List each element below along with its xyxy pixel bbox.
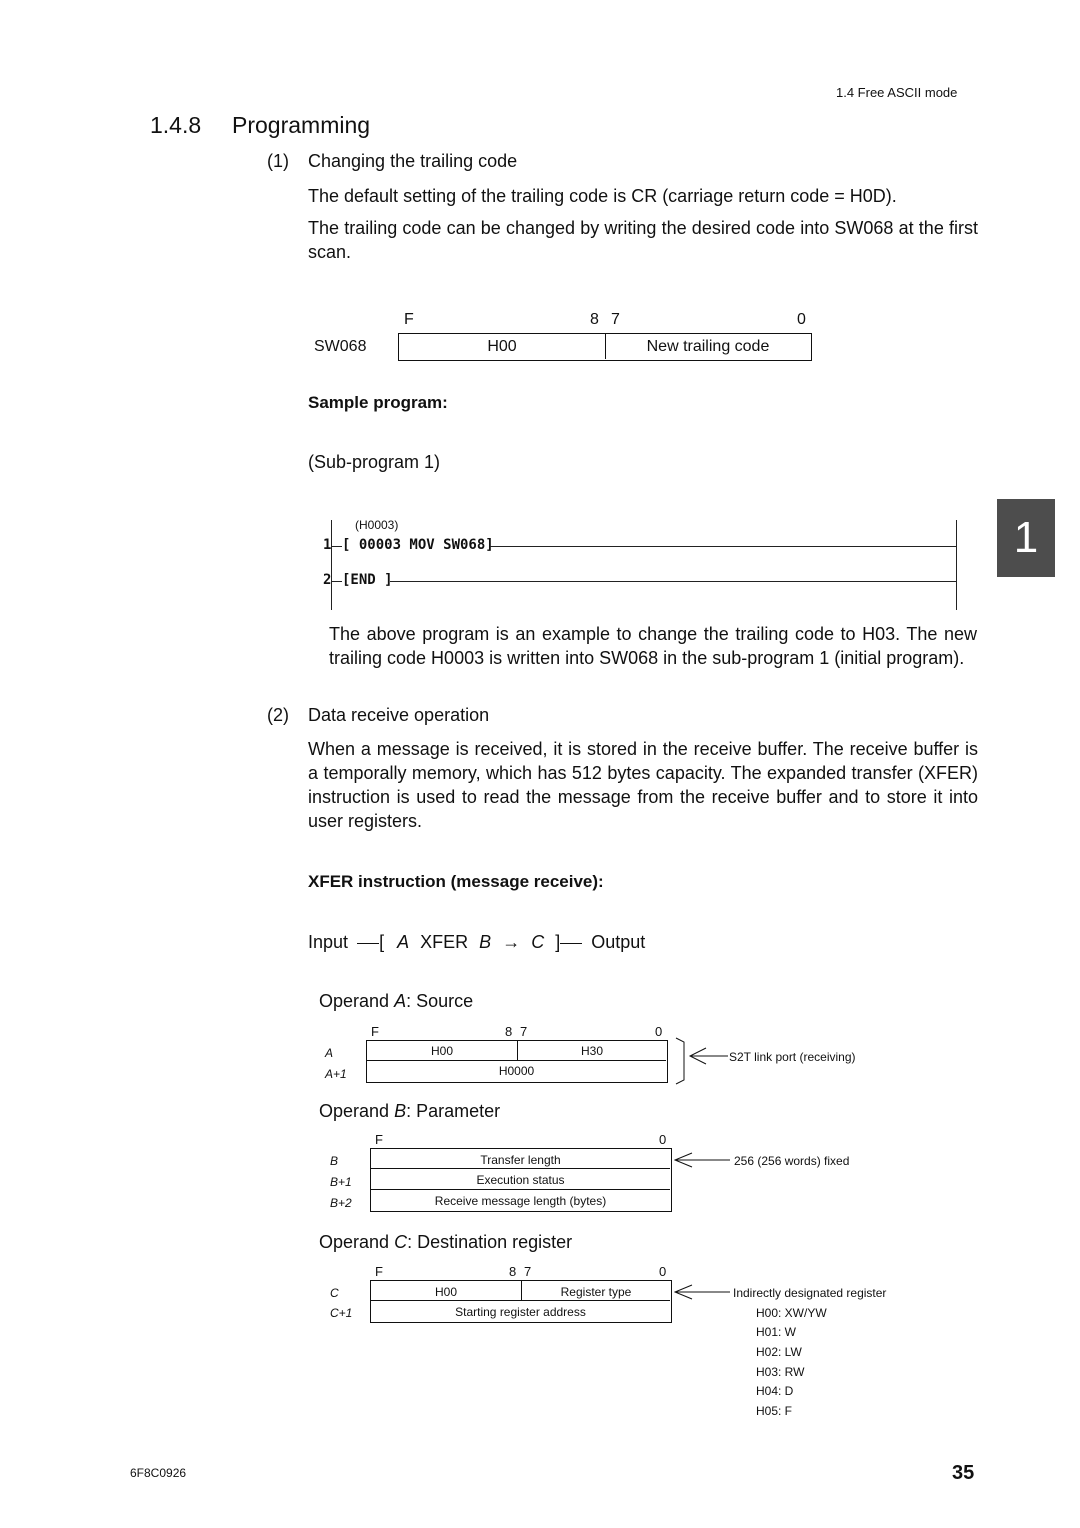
bit-label-7: 7 (524, 1264, 532, 1279)
brace-arrow-icon (675, 1037, 728, 1085)
bit-label-7: 7 (611, 311, 620, 328)
rung-2-wire-left (332, 581, 342, 582)
b2-cell: Receive message length (bytes) (434, 1194, 607, 1208)
row-label-b2: B+2 (330, 1196, 352, 1210)
item-2-title: Data receive operation (308, 705, 490, 725)
register-code: H03: RW (756, 1365, 805, 1379)
a-upper-cell: H00 (367, 1041, 518, 1061)
register-code: H04: D (756, 1384, 794, 1398)
rung-1-wire-left (332, 546, 342, 547)
rung-2-wire-right (390, 581, 956, 582)
rung-1-instruction[interactable]: [ 00003 MOV SW068] (342, 537, 494, 553)
rung-2-number: 2 (323, 572, 332, 588)
program-explanation: The above program is an example to chang… (329, 624, 977, 668)
bit-label-0: 0 (659, 1132, 667, 1147)
bit-label-7: 7 (520, 1024, 528, 1039)
bit-label-f: F (375, 1264, 383, 1279)
bit-label-f: F (371, 1024, 379, 1039)
c-lower-cell: Register type (522, 1281, 670, 1301)
chapter-tab: 1 (997, 499, 1055, 577)
xfer-operand-b: B (479, 932, 492, 952)
row-label-c1: C+1 (330, 1306, 353, 1320)
left-power-rail (331, 520, 332, 610)
operand-a-title: Operand A: Source (319, 991, 474, 1011)
register-label: SW068 (314, 338, 367, 355)
register-code: H00: XW/YW (756, 1306, 827, 1320)
c-upper-cell: H00 (371, 1281, 522, 1301)
xfer-input-label: Input (308, 932, 349, 952)
page-number: 35 (952, 1462, 975, 1484)
xfer-heading: XFER instruction (message receive): (308, 872, 604, 891)
sample-program-heading: Sample program: (308, 393, 448, 412)
item-2-number: (2) (267, 705, 289, 725)
c1-cell: Starting register address (455, 1305, 586, 1319)
xfer-syntax: Input [ A XFER B → C ] Output (308, 932, 646, 952)
operand-b-title: Operand B: Parameter (319, 1101, 501, 1121)
item-1-para-1: The default setting of the trailing code… (308, 186, 897, 206)
row-label-b1: B+1 (330, 1175, 352, 1189)
bit-label-f: F (404, 311, 414, 328)
bit-label-0: 0 (659, 1264, 667, 1279)
item-2-para: When a message is received, it is stored… (308, 739, 978, 831)
section-title: 1.4.8 Programming (150, 112, 370, 139)
b-cell: Transfer length (371, 1149, 670, 1169)
upper-byte-cell: H00 (399, 334, 606, 359)
register-code: H01: W (756, 1325, 797, 1339)
section-name: Programming (232, 112, 371, 138)
bit-label-f: F (375, 1132, 383, 1147)
bit-label-0: 0 (655, 1024, 663, 1039)
xfer-op: XFER (420, 932, 469, 952)
item-1-title: Changing the trailing code (308, 151, 518, 171)
row-label-a1: A+1 (325, 1067, 347, 1081)
arrow-left-icon (674, 1284, 730, 1300)
row-label-c: C (330, 1286, 339, 1300)
xfer-output-label: Output (591, 932, 646, 952)
xfer-operand-a: A (397, 932, 410, 952)
bit-label-8: 8 (509, 1264, 517, 1279)
register-box: H00 New trailing code (398, 333, 812, 361)
bit-label-8: 8 (505, 1024, 513, 1039)
rung-1-comment: (H0003) (355, 518, 399, 532)
a1-cell: H0000 (498, 1064, 535, 1078)
lower-byte-cell: New trailing code (646, 338, 770, 355)
register-code: H05: F (756, 1404, 793, 1418)
section-number: 1.4.8 (150, 112, 202, 138)
operand-b-note: 256 (256 words) fixed (734, 1154, 850, 1168)
xfer-arrow: → (502, 932, 521, 952)
rung-1-wire-right (490, 546, 956, 547)
operand-a-box: H00 H30 H0000 (366, 1040, 668, 1083)
rung-1-number: 1 (323, 537, 332, 553)
item-1-para-2: The trailing code can be changed by writ… (308, 218, 978, 262)
running-header: 1.4 Free ASCII mode (836, 85, 958, 100)
document-id: 6F8C0926 (130, 1466, 187, 1480)
xfer-operand-c: C (531, 932, 545, 952)
subprogram-label: (Sub-program 1) (308, 452, 441, 472)
b1-cell: Execution status (371, 1169, 670, 1190)
right-power-rail (956, 520, 957, 610)
operand-b-box: Transfer length Execution status Receive… (370, 1148, 672, 1212)
operand-c-box: H00 Register type Starting register addr… (370, 1280, 672, 1323)
item-1-heading: (1) Changing the trailing code (267, 151, 517, 172)
a-lower-cell: H30 (518, 1041, 666, 1061)
bit-label-8: 8 (590, 311, 599, 328)
operand-a-note: S2T link port (receiving) (729, 1050, 856, 1064)
bit-label-0: 0 (797, 311, 806, 328)
item-1-number: (1) (267, 151, 289, 171)
register-code: H02: LW (756, 1345, 802, 1359)
item-2-heading: (2) Data receive operation (267, 705, 489, 726)
row-label-a: A (325, 1046, 334, 1060)
operand-c-title: Operand C: Destination register (319, 1232, 573, 1252)
operand-c-note: Indirectly designated register (733, 1286, 887, 1300)
row-label-b: B (330, 1154, 339, 1168)
rung-2-instruction[interactable]: [END ] (342, 572, 393, 588)
arrow-left-icon (674, 1152, 730, 1168)
